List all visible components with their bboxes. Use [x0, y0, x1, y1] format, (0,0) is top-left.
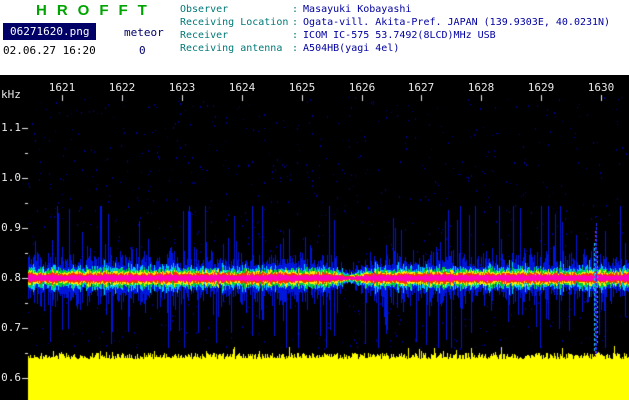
info-value: ICOM IC-575 53.7492(8LCD)MHz USB — [303, 30, 496, 41]
info-colon: : — [292, 17, 299, 28]
spectrogram-canvas — [0, 75, 629, 400]
frequency-tick-label: 1.0 — [1, 171, 21, 184]
frequency-unit-label: kHz — [1, 88, 21, 101]
time-tick-label: 1623 — [168, 81, 196, 94]
time-tick-label: 1626 — [348, 81, 376, 94]
info-label: Receiver — [180, 30, 229, 41]
info-row: Receiving antenna: A504HB(yagi 4el) — [180, 42, 610, 55]
mode-label: meteor — [124, 26, 164, 39]
info-label: Receiving Location — [180, 17, 289, 28]
info-value: Masayuki Kobayashi — [303, 4, 412, 15]
filename-text: 06271620.png — [10, 25, 90, 38]
time-tick-label: 1625 — [288, 81, 316, 94]
info-label: Receiving antenna — [180, 43, 283, 54]
info-colon: : — [292, 43, 299, 54]
frequency-tick-label: 0.7 — [1, 321, 21, 334]
time-tick-label: 1628 — [467, 81, 495, 94]
time-tick-label: 1630 — [587, 81, 615, 94]
time-tick-label: 1622 — [108, 81, 136, 94]
info-row: Receiving Location: Ogata-vill. Akita-Pre… — [180, 16, 610, 29]
header-panel: HROFFT 06271620.png meteor 02.06.27 16:2… — [0, 0, 629, 75]
time-tick-label: 1621 — [48, 81, 76, 94]
info-colon: : — [292, 4, 299, 15]
frequency-tick-label: 0.9 — [1, 221, 21, 234]
station-info-block: Observer: Masayuki Kobayashi Receiving Loc… — [180, 3, 610, 55]
meteor-count: 0 — [139, 44, 146, 57]
time-tick-label: 1624 — [228, 81, 256, 94]
info-colon: : — [292, 30, 299, 41]
info-value: A504HB(yagi 4el) — [303, 43, 400, 54]
info-value: Ogata-vill. Akita-Pref. JAPAN (139.9303E… — [303, 17, 611, 28]
info-row: Observer: Masayuki Kobayashi — [180, 3, 610, 16]
frequency-tick-label: 1.1 — [1, 121, 21, 134]
time-tick-label: 1629 — [527, 81, 555, 94]
frequency-tick-label: 0.8 — [1, 271, 21, 284]
filename-box: 06271620.png — [3, 23, 97, 40]
frequency-tick-label: 0.6 — [1, 371, 21, 384]
hrofft-output-image: HROFFT 06271620.png meteor 02.06.27 16:2… — [0, 0, 629, 400]
info-row: Receiver: ICOM IC-575 53.7492(8LCD)MHz US… — [180, 29, 610, 42]
time-tick-label: 1627 — [407, 81, 435, 94]
datetime-label: 02.06.27 16:20 — [3, 44, 96, 57]
info-label: Observer — [180, 4, 229, 15]
app-title: HROFFT — [36, 2, 157, 19]
